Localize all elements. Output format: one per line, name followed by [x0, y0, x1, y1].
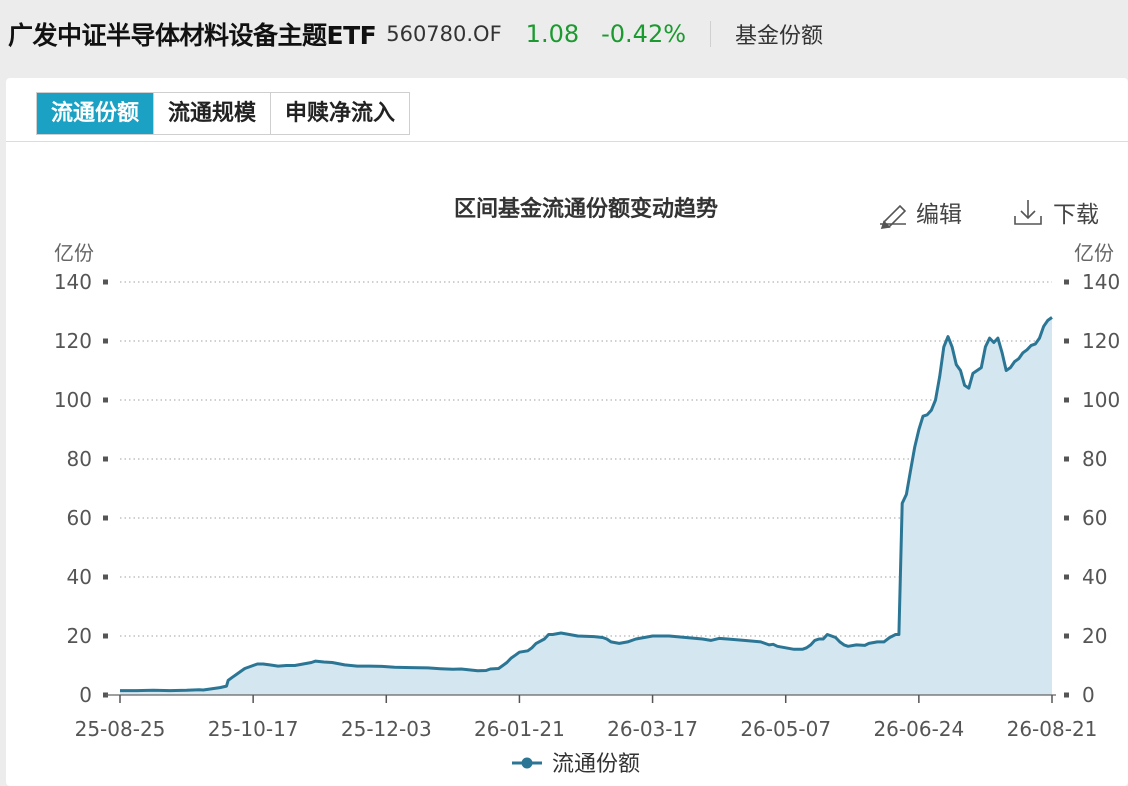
- fund-code: 560780.OF: [386, 22, 502, 46]
- y-tick-label-left: 100: [54, 388, 92, 412]
- y-tick-label-right: 40: [1082, 565, 1107, 589]
- y-tick-mark-left: [103, 574, 108, 580]
- y-tick-mark-right: [1064, 397, 1069, 403]
- x-tick-label: 26-06-24: [873, 717, 964, 741]
- y-tick-mark-left: [103, 633, 108, 639]
- share-trend-chart: 区间基金流通份额变动趋势 编辑 下载 亿份 亿份 0 20 40 60 80 100 120…: [54, 196, 1120, 777]
- download-label: 下载: [1053, 202, 1099, 228]
- x-tick-label: 25-08-25: [75, 717, 166, 741]
- fund-price: 1.08: [525, 20, 580, 48]
- y-axis-right: 0 20 40 60 80 100 120 140: [1064, 270, 1120, 707]
- section-title: 基金份额: [735, 24, 824, 49]
- edit-button[interactable]: 编辑: [880, 202, 962, 229]
- y-tick-label-right: 100: [1082, 388, 1120, 412]
- series-area: [120, 317, 1052, 695]
- y-tick-label-left: 60: [67, 506, 92, 530]
- y-tick-mark-right: [1064, 515, 1069, 521]
- y-tick-mark-right: [1064, 338, 1069, 344]
- x-tick-label: 26-08-21: [1007, 717, 1098, 741]
- x-tick-label: 26-03-17: [607, 717, 698, 741]
- y-tick-mark-left: [103, 279, 108, 285]
- y-axis-left: 0 20 40 60 80 100 120 140: [54, 270, 108, 707]
- legend-marker: [521, 757, 533, 769]
- y-tick-label-left: 140: [54, 270, 92, 294]
- legend[interactable]: 流通份额: [512, 752, 640, 777]
- y-tick-mark-right: [1064, 692, 1069, 698]
- y-tick-mark-left: [103, 515, 108, 521]
- y-tick-mark-right: [1064, 574, 1069, 580]
- edit-label: 编辑: [916, 202, 962, 228]
- fund-change: -0.42%: [601, 20, 687, 48]
- legend-label: 流通份额: [552, 752, 640, 777]
- y-tick-mark-right: [1064, 279, 1069, 285]
- x-tick-label: 25-12-03: [341, 717, 432, 741]
- y-tick-mark-left: [103, 456, 108, 462]
- y-tick-label-right: 120: [1082, 329, 1120, 353]
- x-tick-label: 26-01-21: [474, 717, 565, 741]
- y-axis-left-unit: 亿份: [54, 241, 94, 265]
- x-tick-label: 26-05-07: [740, 717, 831, 741]
- y-tick-label-left: 40: [67, 565, 92, 589]
- chart-panel: 流通份额 流通规模 申赎净流入 区间基金流通份额变动趋势 编辑 下载 亿份 亿份…: [6, 78, 1128, 786]
- series-layer: [120, 316, 1053, 695]
- y-tick-label-right: 60: [1082, 506, 1107, 530]
- y-tick-mark-right: [1064, 633, 1069, 639]
- y-tick-label-left: 80: [67, 447, 92, 471]
- x-tick-label: 25-10-17: [208, 717, 299, 741]
- download-button[interactable]: 下载: [1014, 200, 1099, 228]
- y-tick-label-left: 0: [79, 683, 92, 707]
- y-tick-label-left: 120: [54, 329, 92, 353]
- y-tick-label-left: 20: [67, 624, 92, 648]
- y-tick-mark-right: [1064, 456, 1069, 462]
- pencil-icon: [880, 204, 907, 229]
- download-icon: [1014, 200, 1042, 225]
- y-tick-label-right: 140: [1082, 270, 1120, 294]
- fund-name: 广发中证半导体材料设备主题ETF: [8, 21, 377, 50]
- y-tick-mark-left: [103, 338, 108, 344]
- y-tick-mark-left: [103, 397, 108, 403]
- page-header: 广发中证半导体材料设备主题ETF 560780.OF 1.08 -0.42% 基…: [0, 0, 1128, 68]
- header-divider: [710, 21, 712, 47]
- y-tick-label-right: 20: [1082, 624, 1107, 648]
- y-tick-label-right: 80: [1082, 447, 1107, 471]
- y-tick-label-right: 0: [1082, 683, 1095, 707]
- y-axis-right-unit: 亿份: [1074, 241, 1114, 265]
- chart-title: 区间基金流通份额变动趋势: [454, 196, 718, 222]
- x-axis: 25-08-25 25-10-17 25-12-03 26-01-21 26-03-17…: [75, 694, 1098, 741]
